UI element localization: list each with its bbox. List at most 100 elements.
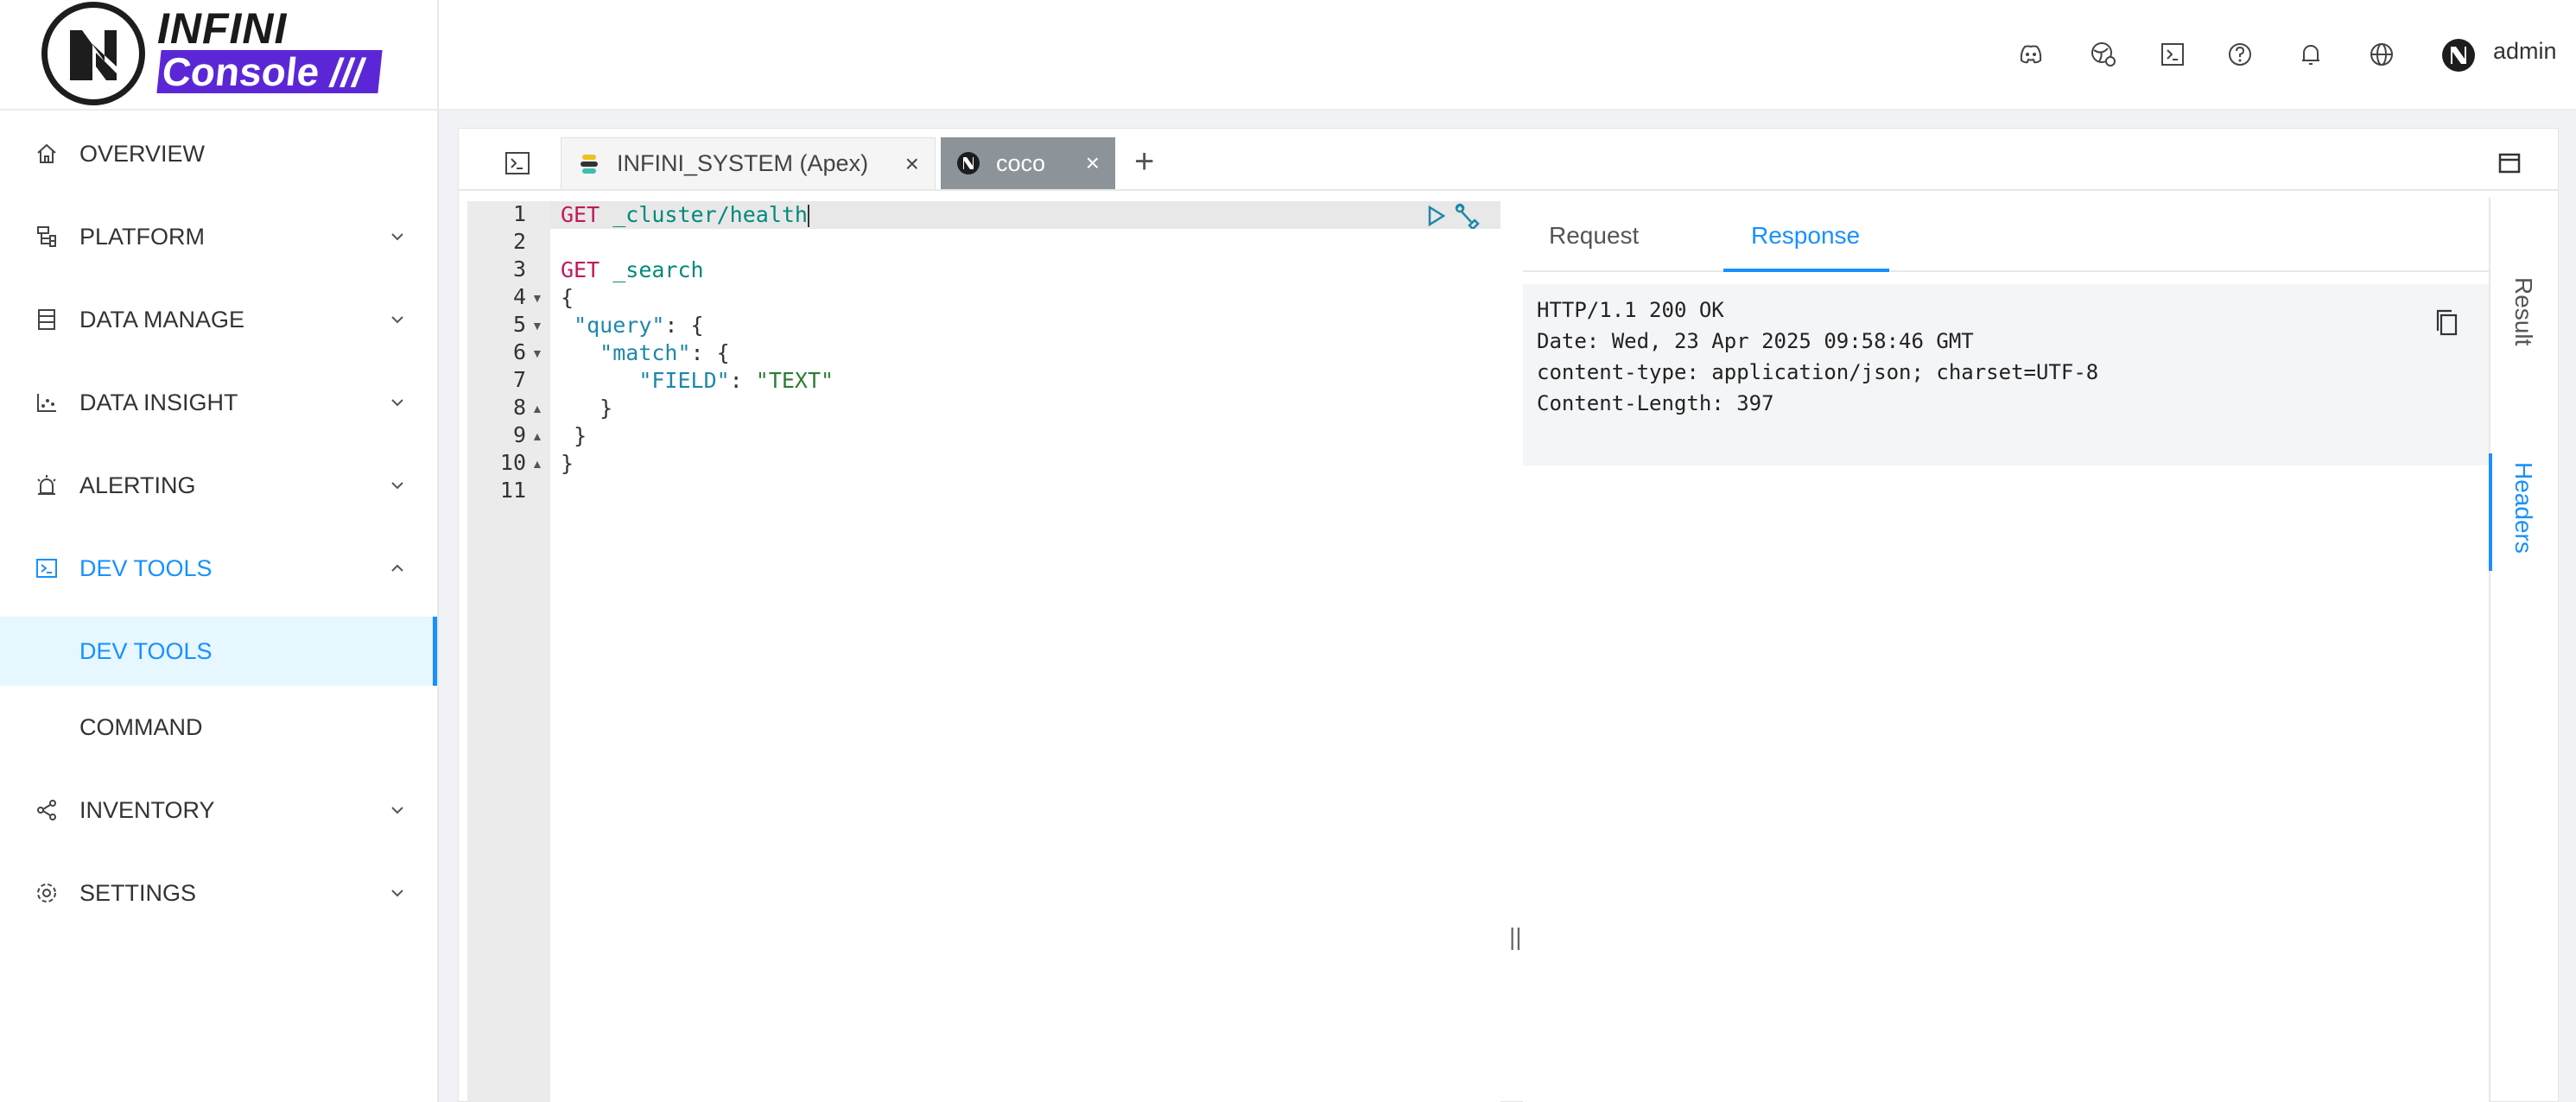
line-number: 7: [512, 367, 526, 392]
line-gutter: 1 2 3 4 5 6 7 8 9 10 11 ▼ ▼ ▼ ▲ ▲ ▲: [467, 201, 550, 1102]
response-tabs: Request Response: [1523, 198, 2489, 272]
run-icon[interactable]: [1424, 205, 1447, 227]
header-line: content-type: application/json; charset=…: [1537, 360, 2099, 384]
http-method: GET: [561, 257, 600, 282]
line-number: 8: [512, 395, 526, 420]
help-icon[interactable]: [2225, 40, 2255, 69]
tab-response[interactable]: Response: [1751, 222, 1860, 250]
close-icon[interactable]: ×: [1086, 149, 1100, 177]
code-line: }: [561, 422, 587, 450]
share-icon: [37, 800, 56, 820]
line-number: 11: [499, 478, 526, 503]
sidebar-item-settings[interactable]: SETTINGS: [0, 852, 437, 934]
json-key: "query": [574, 313, 665, 338]
text-cursor: [808, 205, 809, 227]
sidebar-item-inventory[interactable]: INVENTORY: [0, 769, 437, 852]
line-number: 2: [512, 229, 526, 254]
code-line: "query": {: [561, 312, 704, 339]
sidebar-item-label: PLATFORM: [79, 223, 206, 250]
sidebar-subitem-command[interactable]: COMMAND: [0, 693, 437, 762]
layout-icon[interactable]: [2497, 151, 2522, 175]
infini-logo-icon: [41, 2, 145, 105]
sidebar-item-label: OVERVIEW: [79, 140, 206, 167]
language-globe-icon[interactable]: [2367, 40, 2396, 69]
tab-result[interactable]: Result: [2509, 277, 2537, 345]
dev-tools-panel: INFINI_SYSTEM (Apex) × coco × + 1 2 3 4 …: [458, 128, 2559, 1102]
sidebar-item-data-manage[interactable]: DATA MANAGE: [0, 278, 437, 361]
sidebar-item-platform[interactable]: PLATFORM: [0, 195, 437, 278]
close-icon[interactable]: ×: [905, 150, 919, 178]
tab-headers[interactable]: Headers: [2509, 462, 2537, 554]
fold-arrow-icon[interactable]: ▼: [531, 291, 543, 305]
active-side-tab-indicator: [2489, 453, 2492, 571]
sidebar-item-label: DEV TOOLS: [79, 554, 213, 581]
http-method: GET: [561, 202, 600, 227]
sidebar-menu: OVERVIEW PLATFORM DATA MANAGE DATA INSIG…: [0, 112, 437, 934]
fold-arrow-icon[interactable]: ▲: [531, 429, 543, 443]
fold-arrow-icon[interactable]: ▼: [531, 319, 543, 332]
json-punct: : {: [690, 340, 730, 365]
code-line: }: [561, 451, 574, 476]
wrench-icon[interactable]: [1452, 203, 1480, 229]
sidebar-item-data-insight[interactable]: DATA INSIGHT: [0, 361, 437, 444]
line-number: 4: [512, 284, 526, 309]
discord-icon[interactable]: [2016, 40, 2046, 69]
line-number: 1: [512, 201, 526, 226]
user-name[interactable]: admin: [2493, 38, 2557, 65]
sidebar: INFINI Console /// OVERVIEW PLATFORM DAT…: [0, 0, 439, 1102]
avatar[interactable]: [2441, 38, 2476, 73]
terminal-icon[interactable]: [2158, 40, 2187, 69]
fold-arrow-icon[interactable]: ▲: [531, 402, 543, 415]
tab-label: INFINI_SYSTEM (Apex): [617, 150, 869, 176]
sidebar-item-overview[interactable]: OVERVIEW: [0, 112, 437, 195]
json-key: "FIELD": [638, 368, 730, 393]
json-punct: : {: [664, 313, 704, 338]
line-number: 5: [512, 312, 526, 337]
chevron-up-icon: [391, 564, 403, 572]
json-punct: }: [574, 423, 587, 448]
sidebar-item-label: DATA MANAGE: [79, 306, 245, 332]
code-line: {: [561, 285, 574, 310]
chevron-down-icon: [391, 807, 403, 814]
code-area[interactable]: GET _cluster/health GET _search { "query…: [550, 201, 1501, 1102]
sidebar-item-dev-tools[interactable]: DEV TOOLS: [0, 527, 437, 610]
globe-settings-icon[interactable]: [2089, 40, 2118, 69]
request-path: _cluster/health: [612, 202, 808, 227]
header-line: Date: Wed, 23 Apr 2025 09:58:46 GMT: [1537, 329, 1974, 353]
home-icon: [37, 143, 56, 163]
add-tab-button[interactable]: +: [1134, 142, 1154, 181]
tab-request[interactable]: Request: [1549, 222, 1639, 250]
code-line: GET _search: [561, 256, 704, 284]
json-key: "match": [600, 340, 691, 365]
sidebar-subitem-dev-tools[interactable]: DEV TOOLS: [0, 617, 437, 686]
sidebar-item-alerting[interactable]: ALERTING: [0, 444, 437, 527]
gear-icon: [37, 884, 56, 902]
copy-icon[interactable]: [2433, 308, 2459, 338]
console-icon: [36, 559, 57, 578]
elasticsearch-icon: [581, 154, 598, 174]
tab-label: coco: [996, 149, 1046, 176]
query-editor[interactable]: 1 2 3 4 5 6 7 8 9 10 11 ▼ ▼ ▼ ▲ ▲ ▲ GET …: [467, 201, 1501, 1102]
fold-arrow-icon[interactable]: ▲: [531, 457, 543, 471]
fold-arrow-icon[interactable]: ▼: [531, 346, 543, 360]
code-line: "FIELD": "TEXT": [561, 367, 834, 395]
sidebar-item-label: SETTINGS: [79, 879, 197, 906]
chevron-down-icon: [391, 399, 403, 407]
bell-icon[interactable]: [2296, 40, 2325, 69]
code-line: }: [561, 395, 612, 422]
console-icon[interactable]: [504, 149, 531, 177]
tab-infini-system[interactable]: INFINI_SYSTEM (Apex) ×: [561, 137, 936, 189]
code-line: GET _cluster/health: [561, 201, 809, 229]
header-line: HTTP/1.1 200 OK: [1537, 298, 1724, 322]
sidebar-subitem-label: DEV TOOLS: [79, 637, 213, 664]
resize-handle[interactable]: ||: [1509, 923, 1522, 951]
sidebar-item-label: DATA INSIGHT: [79, 389, 238, 415]
infini-logo-icon: [957, 152, 980, 174]
json-punct: }: [600, 396, 613, 421]
logo[interactable]: INFINI Console ///: [0, 0, 439, 111]
scatter-chart-icon: [37, 394, 56, 412]
top-header: [439, 0, 2576, 111]
sidebar-item-label: INVENTORY: [79, 796, 215, 823]
brand-slashes: ///: [330, 50, 364, 95]
tab-coco[interactable]: coco ×: [941, 137, 1115, 189]
